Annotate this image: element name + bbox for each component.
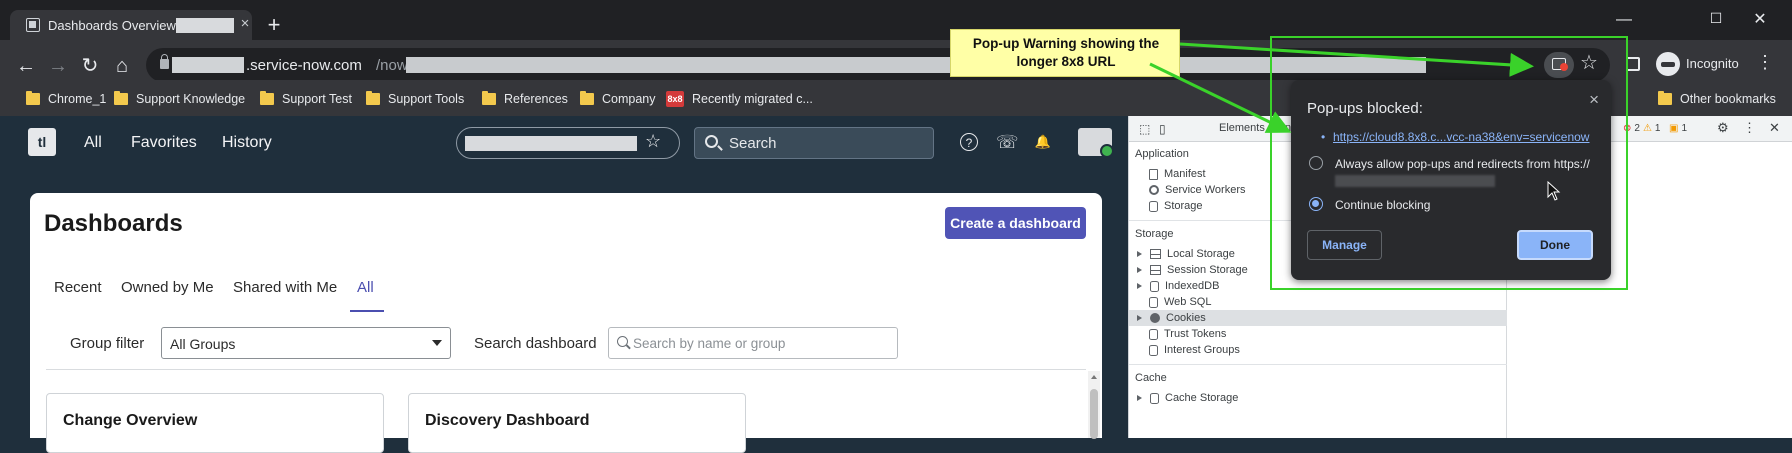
arrow-to-popup-url: [1149, 62, 1292, 133]
mouse-cursor-icon: [1547, 181, 1561, 201]
annotation-arrows: [1149, 42, 1534, 133]
arrow-to-popup-icon: [1179, 42, 1534, 77]
